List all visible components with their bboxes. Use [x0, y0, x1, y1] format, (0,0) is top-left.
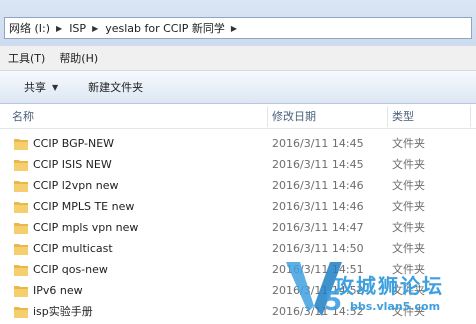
file-type: 文件夹 — [392, 305, 425, 318]
menu-help[interactable]: 帮助(H) — [59, 50, 98, 66]
chevron-right-icon[interactable]: ▶ — [56, 24, 62, 33]
chevron-right-icon[interactable]: ▶ — [92, 24, 98, 33]
breadcrumb-isp[interactable]: ISP — [69, 22, 86, 35]
file-modified: 2016/3/11 14:46 — [272, 200, 364, 213]
file-modified: 2016/3/11 14:52 — [272, 284, 364, 297]
file-row[interactable]: CCIP mpls vpn new 2016/3/11 14:47 文件夹 — [0, 217, 476, 238]
column-header-name[interactable]: 名称 — [12, 104, 34, 129]
file-type: 文件夹 — [392, 200, 425, 213]
file-type: 文件夹 — [392, 221, 425, 234]
file-modified: 2016/3/11 14:45 — [272, 137, 364, 150]
file-modified: 2016/3/11 14:50 — [272, 242, 364, 255]
share-button[interactable]: 共享 ▼ — [24, 79, 58, 95]
file-type: 文件夹 — [392, 263, 425, 276]
file-row[interactable]: CCIP multicast 2016/3/11 14:50 文件夹 — [0, 238, 476, 259]
file-modified: 2016/3/11 14:51 — [272, 263, 364, 276]
file-modified: 2016/3/11 14:47 — [272, 221, 364, 234]
file-row[interactable]: CCIP BGP-NEW 2016/3/11 14:45 文件夹 — [0, 133, 476, 154]
breadcrumb-drive[interactable]: 网络 (I:) — [9, 20, 50, 36]
file-name: CCIP l2vpn new — [33, 179, 119, 192]
address-bar-area: 网络 (I:) ▶ ISP ▶ yeslab for CCIP 新同学 ▶ — [0, 0, 476, 46]
folder-icon — [14, 286, 28, 297]
file-type: 文件夹 — [392, 242, 425, 255]
file-modified: 2016/3/11 14:45 — [272, 158, 364, 171]
file-row[interactable]: IPv6 new 2016/3/11 14:52 文件夹 — [0, 280, 476, 301]
folder-icon — [14, 202, 28, 213]
file-row[interactable]: isp实验手册 2016/3/11 14:52 文件夹 — [0, 301, 476, 322]
file-name: isp实验手册 — [33, 305, 93, 318]
address-bar[interactable]: 网络 (I:) ▶ ISP ▶ yeslab for CCIP 新同学 ▶ — [4, 17, 472, 39]
folder-icon — [14, 181, 28, 192]
file-row[interactable]: CCIP l2vpn new 2016/3/11 14:46 文件夹 — [0, 175, 476, 196]
file-type: 文件夹 — [392, 179, 425, 192]
file-name: CCIP ISIS NEW — [33, 158, 112, 171]
file-row[interactable]: CCIP MPLS TE new 2016/3/11 14:46 文件夹 — [0, 196, 476, 217]
folder-icon — [14, 244, 28, 255]
column-header-type[interactable]: 类型 — [392, 104, 414, 129]
file-modified: 2016/3/11 14:46 — [272, 179, 364, 192]
dropdown-arrow-icon: ▼ — [52, 82, 59, 92]
folder-icon — [14, 160, 28, 171]
file-type: 文件夹 — [392, 137, 425, 150]
share-button-label: 共享 — [24, 81, 46, 94]
file-list: CCIP BGP-NEW 2016/3/11 14:45 文件夹 CCIP IS… — [0, 133, 476, 322]
file-name: CCIP MPLS TE new — [33, 200, 135, 213]
column-divider[interactable] — [387, 106, 388, 127]
column-header-modified[interactable]: 修改日期 — [272, 104, 316, 129]
file-type: 文件夹 — [392, 158, 425, 171]
file-name: CCIP mpls vpn new — [33, 221, 139, 234]
chevron-right-icon[interactable]: ▶ — [231, 24, 237, 33]
breadcrumb-current-folder[interactable]: yeslab for CCIP 新同学 — [105, 20, 225, 36]
menu-tools[interactable]: 工具(T) — [8, 50, 45, 66]
command-toolbar: 共享 ▼ 新建文件夹 — [0, 71, 476, 104]
file-name: CCIP multicast — [33, 242, 113, 255]
column-header-row: 名称 修改日期 类型 — [0, 104, 476, 129]
folder-icon — [14, 307, 28, 318]
folder-icon — [14, 139, 28, 150]
folder-icon — [14, 223, 28, 234]
column-divider[interactable] — [470, 106, 471, 127]
new-folder-button[interactable]: 新建文件夹 — [88, 79, 143, 95]
file-row[interactable]: CCIP ISIS NEW 2016/3/11 14:45 文件夹 — [0, 154, 476, 175]
file-type: 文件夹 — [392, 284, 425, 297]
file-row[interactable]: CCIP qos-new 2016/3/11 14:51 文件夹 — [0, 259, 476, 280]
file-name: CCIP qos-new — [33, 263, 108, 276]
file-name: IPv6 new — [33, 284, 83, 297]
new-folder-button-label: 新建文件夹 — [88, 81, 144, 94]
menu-bar: 工具(T) 帮助(H) — [0, 46, 476, 71]
file-name: CCIP BGP-NEW — [33, 137, 115, 150]
column-divider[interactable] — [267, 106, 268, 127]
file-modified: 2016/3/11 14:52 — [272, 305, 364, 318]
folder-icon — [14, 265, 28, 276]
